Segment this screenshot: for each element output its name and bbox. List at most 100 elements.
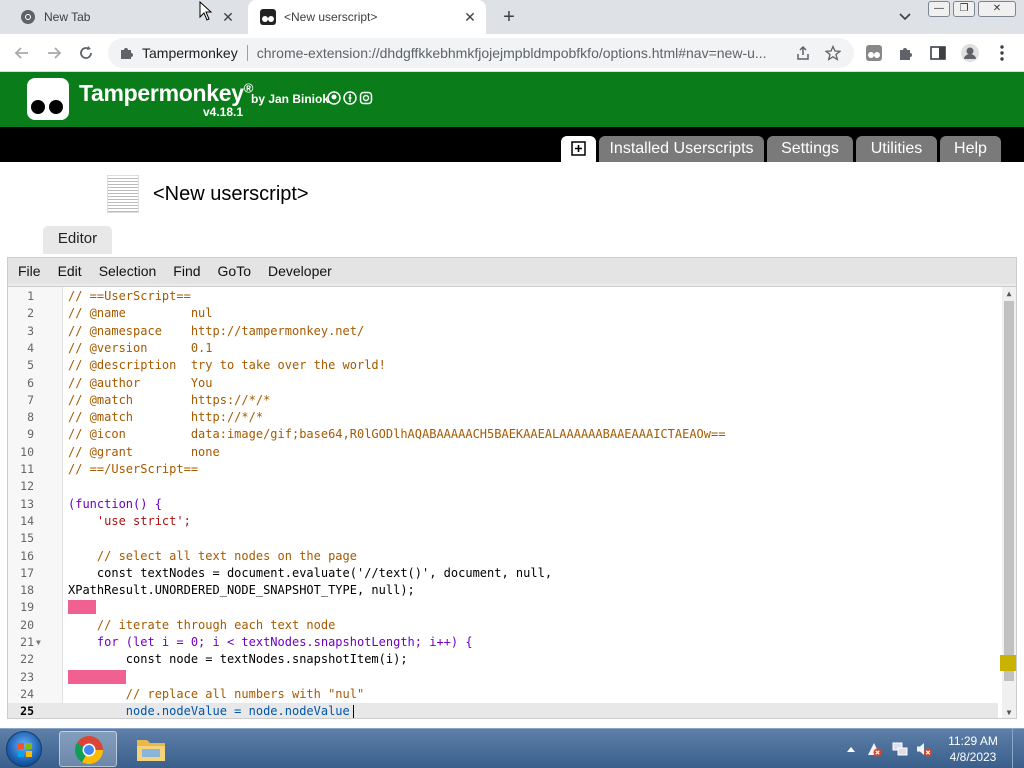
divider [246,45,248,61]
instagram-icon[interactable] [359,91,373,105]
taskbar-clock[interactable]: 11:29 AM 4/8/2023 [938,733,1008,765]
fold-arrow-icon[interactable]: ▼ [36,634,41,651]
tab-label: <New userscript> [284,10,378,24]
app-title: Tampermonkey® [79,80,253,106]
bookmark-star-icon[interactable] [824,45,841,61]
code-line: 6// @author You [27,375,213,390]
reload-icon[interactable] [76,43,96,63]
tampermonkey-extension-icon[interactable] [864,43,884,63]
tampermonkey-nav: Installed Userscripts Settings Utilities… [0,127,1024,162]
social-links [327,91,373,105]
tampermonkey-header: Tampermonkey® by Jan Biniok v4.18.1 [0,72,1024,127]
code-line: 9// @icon data:image/gif;base64,R0lGODlh… [27,427,726,442]
tab-settings[interactable]: Settings [767,136,853,162]
close-icon[interactable]: ✕ [220,9,236,25]
menu-goto[interactable]: GoTo [218,263,251,279]
code-line: 17 const textNodes = document.evaluate('… [20,565,553,580]
clock-date: 4/8/2023 [949,750,997,764]
mouse-cursor-icon [199,1,213,21]
code-line: 3// @namespace http://tampermonkey.net/ [27,323,365,338]
minimize-button[interactable]: — [928,1,950,17]
code-line-current: 25 node.nodeValue = node.nodeValue [8,703,998,718]
network-icon[interactable] [892,741,908,757]
menu-file[interactable]: File [18,263,41,279]
code-area[interactable]: 1// ==UserScript== 2// @name nul 3// @na… [8,286,1016,718]
code-line: 18 XPathResult.UNORDERED_NODE_SNAPSHOT_TY… [20,583,415,598]
lint-error-marker [68,600,96,615]
menu-selection[interactable]: Selection [99,263,157,279]
tab-installed-userscripts[interactable]: Installed Userscripts [599,136,764,162]
new-tab-button[interactable]: + [498,7,520,29]
code-line: 11// ==/UserScript== [20,462,199,476]
code-line: 10// @grant none [20,444,220,459]
scroll-up-icon[interactable]: ▲ [1004,289,1014,298]
profile-avatar-icon[interactable] [960,43,980,63]
windows-logo-icon [18,743,32,757]
puzzle-icon [121,48,133,59]
forward-icon[interactable] [44,43,64,63]
editor-menubar: File Edit Selection Find GoTo Developer [8,258,1016,284]
side-panel-icon[interactable] [928,43,948,63]
tampermonkey-icon [260,9,276,25]
extensions-icon[interactable] [896,43,916,63]
taskbar-chrome[interactable] [59,731,117,767]
code-line: 22 const node = textNodes.snapshotItem(i… [20,652,408,667]
script-header: <New userscript> Editor [0,162,1024,254]
facebook-icon[interactable] [343,91,357,105]
volume-muted-icon[interactable] [916,741,932,757]
taskbar-explorer[interactable] [122,731,180,767]
tab-help[interactable]: Help [940,136,1001,162]
script-thumbnail [107,175,139,213]
action-center-icon[interactable] [866,741,882,757]
scroll-down-icon[interactable]: ▼ [1004,708,1014,717]
browser-toolbar: Tampermonkey chrome-extension://dhdgffkk… [0,34,1024,72]
code-line: 5// @description try to take over the wo… [27,358,386,373]
menu-developer[interactable]: Developer [268,263,332,279]
chrome-icon [75,736,103,764]
menu-find[interactable]: Find [173,263,200,279]
close-icon[interactable]: ✕ [462,9,478,25]
screen: New Tab ✕ <New userscript> ✕ + — ❐ ✕ Tam… [0,0,1024,768]
code-line: 19 [8,599,998,616]
code-line: 24 // replace all numbers with "nul" [20,686,365,701]
site-name: Tampermonkey [142,45,238,61]
github-icon[interactable] [327,91,341,105]
tab-label: New Tab [44,10,91,24]
tab-editor[interactable]: Editor [43,226,112,254]
text-caret [353,705,354,718]
version-label: v4.18.1 [203,105,244,119]
share-icon[interactable] [795,45,811,61]
code-line: 7// @match https://*/* [27,392,271,407]
new-script-tab[interactable] [561,136,596,162]
scrollbar-thumb[interactable] [1004,301,1014,681]
lint-error-marker [68,669,126,684]
code-line: 2// @name nul [27,306,213,321]
restore-button[interactable]: ❐ [953,1,975,17]
script-title: <New userscript> [153,183,309,205]
tab-utilities[interactable]: Utilities [856,136,937,162]
start-button[interactable] [6,731,42,767]
code-line: 4// @version 0.1 [27,340,213,355]
url-text: chrome-extension://dhdgffkkebhmkfjojejmp… [256,45,767,61]
code-line: 1// ==UserScript== [27,289,191,303]
vertical-scrollbar[interactable]: ▲ ▼ [1000,287,1016,718]
show-desktop-button[interactable] [1012,729,1024,768]
chrome-icon [21,10,35,24]
back-icon[interactable] [12,43,32,63]
folder-icon [137,740,165,761]
tray-expand-icon[interactable] [846,745,856,753]
menu-edit[interactable]: Edit [58,263,82,279]
code-line: 14 'use strict'; [20,513,191,528]
code-line: 23 [8,669,998,686]
tab-new-userscript[interactable]: <New userscript> ✕ [248,0,486,34]
code-line: 16 // select all text nodes on the page [20,548,357,563]
close-window-button[interactable]: ✕ [978,1,1016,17]
code-line: 13 (function() { [20,496,162,511]
code-line: 8// @match http://*/* [27,410,264,425]
tampermonkey-logo-icon [27,78,69,120]
chevron-down-icon[interactable] [896,9,914,25]
code-line: 12 [20,479,34,494]
code-line: 21 ▼ for (let i = 0; i < textNodes.snapsh… [20,634,473,651]
address-bar[interactable]: Tampermonkey chrome-extension://dhdgffkk… [108,38,854,68]
kebab-menu-icon[interactable] [992,43,1012,63]
